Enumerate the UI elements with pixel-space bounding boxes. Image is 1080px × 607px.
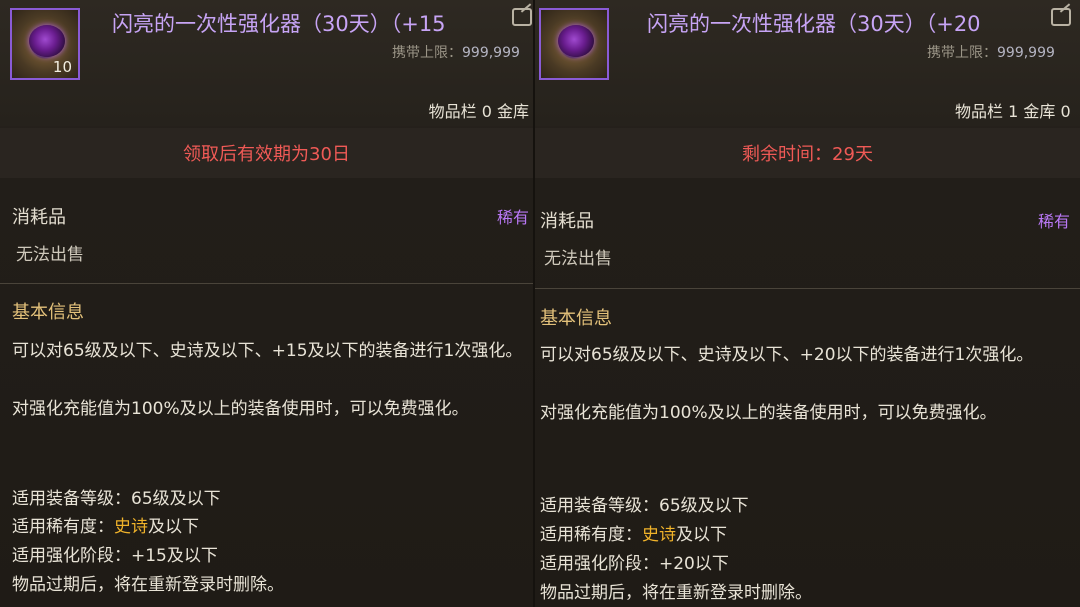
rarity-suffix: 及以下	[148, 517, 199, 537]
item-disc	[558, 25, 594, 57]
tooltip-header: 10 闪亮的一次性强化器（30天）（+15 携带上限：999,999 物品栏 0…	[0, 0, 533, 126]
item-title: 闪亮的一次性强化器（30天）（+20	[647, 12, 981, 36]
rarity-prefix: 适用稀有度：	[540, 525, 642, 545]
stage-requirement: 适用强化阶段：+15及以下	[12, 546, 218, 566]
item-rarity: 稀有	[1037, 212, 1070, 231]
inventory-count: 物品栏 1 金库 0	[955, 102, 1071, 121]
level-requirement: 适用装备等级：65级及以下	[12, 489, 221, 509]
item-category: 消耗品	[540, 211, 594, 232]
expire-note: 物品过期后，将在重新登录时删除。	[12, 575, 284, 595]
carry-limit-value: 999,999	[462, 45, 520, 61]
section-title: 基本信息	[540, 308, 612, 329]
divider	[535, 288, 1080, 289]
rarity-requirement: 适用稀有度：史诗及以下	[540, 520, 727, 545]
sell-status: 无法出售	[544, 249, 612, 269]
carry-limit: 携带上限：999,999	[392, 42, 533, 62]
item-title: 闪亮的一次性强化器（30天）（+15	[112, 12, 446, 36]
carry-limit-value: 999,999	[997, 45, 1055, 61]
item-rarity: 稀有	[496, 208, 529, 227]
item-count: 10	[52, 58, 72, 76]
description-2: 对强化充能值为100%及以上的装备使用时，可以免费强化。	[540, 403, 997, 423]
carry-limit-label: 携带上限：	[927, 45, 997, 61]
stage-requirement: 适用强化阶段：+20以下	[540, 554, 729, 574]
edit-icon[interactable]	[1051, 8, 1071, 26]
description-1: 可以对65级及以下、史诗及以下、+15及以下的装备进行1次强化。	[12, 341, 523, 361]
enhancer-disc-icon[interactable]: 10	[10, 8, 80, 80]
sell-status: 无法出售	[16, 245, 84, 265]
rarity-prefix: 适用稀有度：	[12, 517, 114, 537]
tooltip-header: 闪亮的一次性强化器（30天）（+20 携带上限：999,999 物品栏 1 金库…	[535, 0, 1080, 126]
description-1: 可以对65级及以下、史诗及以下、+20以下的装备进行1次强化。	[540, 345, 1034, 365]
rarity-epic: 史诗	[114, 517, 148, 537]
description-2: 对强化充能值为100%及以上的装备使用时，可以免费强化。	[12, 399, 469, 419]
carry-limit-label: 携带上限：	[392, 45, 462, 61]
rarity-suffix: 及以下	[676, 525, 727, 545]
item-tooltip-left: 10 闪亮的一次性强化器（30天）（+15 携带上限：999,999 物品栏 0…	[0, 0, 535, 607]
divider	[0, 283, 533, 284]
inventory-count: 物品栏 0 金库	[428, 102, 529, 121]
item-disc	[29, 25, 65, 57]
section-title: 基本信息	[12, 302, 84, 323]
carry-limit: 携带上限：999,999	[927, 42, 1080, 62]
remaining-time: 剩余时间：29天	[535, 128, 1080, 178]
rarity-requirement: 适用稀有度：史诗及以下	[12, 512, 199, 537]
edit-icon[interactable]	[512, 8, 532, 26]
expire-note: 物品过期后，将在重新登录时删除。	[540, 583, 812, 603]
rarity-epic: 史诗	[642, 525, 676, 545]
enhancer-disc-icon[interactable]	[539, 8, 609, 80]
item-category: 消耗品	[12, 207, 66, 228]
level-requirement: 适用装备等级：65级及以下	[540, 496, 749, 516]
item-tooltip-right: 闪亮的一次性强化器（30天）（+20 携带上限：999,999 物品栏 1 金库…	[535, 0, 1080, 607]
validity-notice: 领取后有效期为30日	[0, 128, 533, 178]
